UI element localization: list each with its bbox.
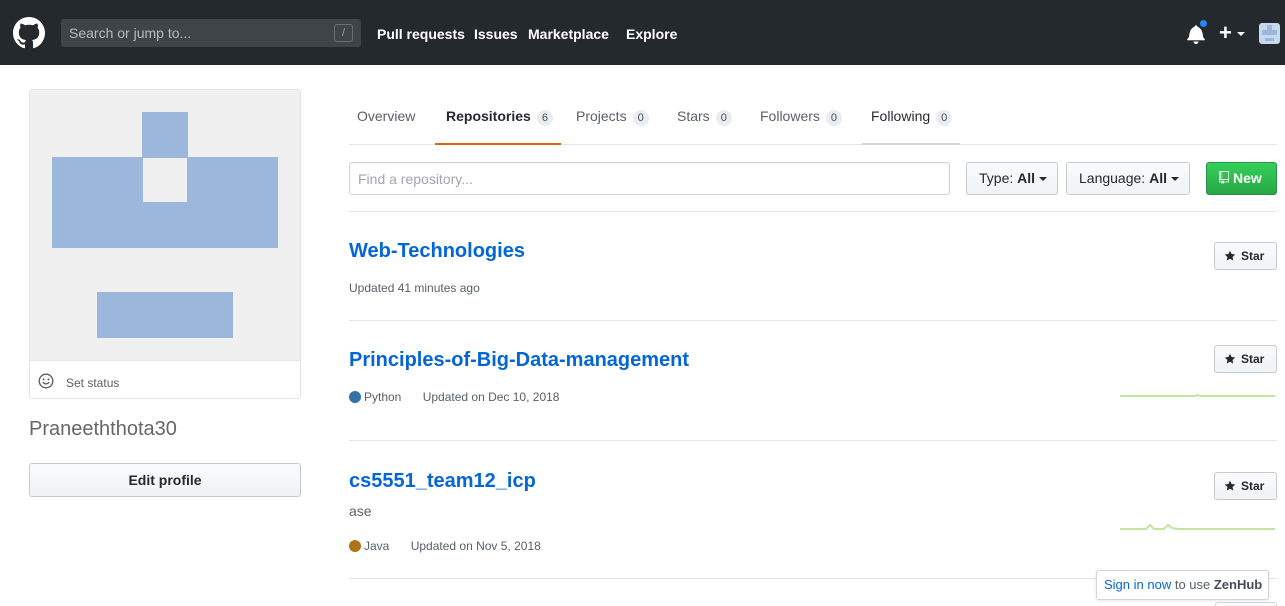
tab-projects[interactable]: Projects 0 — [576, 92, 649, 145]
repo-list-item: Principles-of-Big-Data-management Python… — [349, 321, 1277, 441]
chevron-down-icon — [1170, 177, 1179, 182]
global-header: / Pull requests Issues Marketplace Explo… — [0, 0, 1285, 65]
activity-sparkline — [1120, 393, 1275, 397]
repo-name-link[interactable]: Principles-of-Big-Data-management — [349, 349, 689, 372]
edit-profile-button[interactable]: Edit profile — [29, 463, 301, 497]
zenhub-brand: ZenHub — [1213, 577, 1263, 592]
star-label: Star — [1241, 352, 1265, 366]
notification-unread-dot — [1199, 19, 1208, 28]
search-shortcut-key: / — [334, 24, 353, 42]
repo-updated: Updated on Dec 10, 2018 — [422, 390, 560, 404]
repo-updated: Updated 41 minutes ago — [349, 281, 480, 295]
star-button[interactable]: Star — [1214, 242, 1277, 270]
star-button[interactable]: Star — [1214, 472, 1277, 500]
tab-label: Overview — [357, 108, 416, 124]
create-new-plus-icon[interactable]: + — [1219, 22, 1232, 44]
profile-username: Praneeththota30 — [29, 418, 177, 440]
nav-marketplace[interactable]: Marketplace — [528, 26, 609, 42]
language-filter-select[interactable]: Language: All — [1066, 162, 1190, 195]
repo-meta: Java Updated on Nov 5, 2018 — [349, 539, 541, 553]
smiley-icon — [38, 373, 54, 389]
chevron-down-icon — [1039, 177, 1048, 182]
profile-tabs: Overview Repositories 6 Projects 0 Stars 0 … — [349, 92, 1277, 145]
repo-language: Java — [349, 539, 389, 553]
type-filter-value: All — [1017, 170, 1036, 186]
repo-list-item: cs5551_team12_icp ase Java Updated on No… — [349, 441, 1277, 579]
tab-following[interactable]: Following 0 — [862, 92, 961, 145]
nav-issues[interactable]: Issues — [474, 26, 518, 42]
tab-count-badge: 6 — [536, 110, 553, 126]
repo-meta: Python Updated on Dec 10, 2018 — [349, 390, 559, 404]
star-label: Star — [1241, 479, 1265, 493]
star-button[interactable]: Star — [1214, 345, 1277, 373]
tab-count-badge: 0 — [825, 110, 843, 126]
star-icon — [1224, 250, 1236, 261]
language-color-dot — [349, 391, 361, 403]
tab-label: Stars — [677, 108, 710, 124]
global-search[interactable]: / — [61, 19, 361, 47]
language-color-dot — [349, 540, 361, 552]
tab-label: Projects — [576, 108, 627, 124]
nav-pull-requests[interactable]: Pull requests — [377, 26, 465, 42]
repo-name-link[interactable]: cs5551_team12_icp — [349, 470, 536, 493]
tab-repositories[interactable]: Repositories 6 — [435, 92, 561, 145]
repo-description: ase — [349, 503, 372, 519]
repo-language: Python — [349, 390, 401, 404]
repo-name-link[interactable]: Web-Technologies — [349, 240, 525, 263]
create-new-caret-icon[interactable] — [1237, 32, 1245, 36]
new-button-label: New — [1233, 170, 1262, 186]
star-icon — [1224, 480, 1236, 491]
repo-language-label: Java — [364, 539, 390, 553]
tab-stars[interactable]: Stars 0 — [677, 92, 732, 145]
next-star-button-edge — [1215, 602, 1277, 606]
repo-meta: Updated 41 minutes ago — [349, 281, 480, 295]
find-repository-field[interactable] — [349, 162, 950, 195]
set-status-label: Set status — [66, 376, 120, 390]
nav-explore[interactable]: Explore — [626, 26, 677, 42]
tab-count-badge: 0 — [715, 110, 732, 126]
language-filter-label: Language: — [1079, 170, 1146, 186]
repo-language-label: Python — [364, 390, 402, 404]
zenhub-middle-text: to use — [1171, 577, 1214, 592]
star-label: Star — [1241, 249, 1265, 263]
tab-label: Repositories — [446, 108, 531, 124]
set-status-button[interactable]: Set status — [29, 360, 301, 399]
type-filter-label: Type: — [979, 170, 1014, 186]
user-avatar-menu[interactable] — [1259, 23, 1280, 44]
find-repository-input[interactable] — [350, 163, 949, 194]
repo-icon — [1219, 171, 1229, 184]
repo-list-item: Web-Technologies Updated 41 minutes ago … — [349, 212, 1277, 321]
tab-count-badge: 0 — [632, 110, 649, 126]
star-icon — [1224, 353, 1236, 364]
tab-followers[interactable]: Followers 0 — [760, 92, 843, 145]
type-filter-select[interactable]: Type: All — [966, 162, 1058, 195]
repo-updated: Updated on Nov 5, 2018 — [410, 539, 541, 553]
tab-count-badge: 0 — [936, 110, 953, 126]
new-repository-button[interactable]: New — [1206, 162, 1277, 195]
tab-overview[interactable]: Overview — [357, 92, 415, 145]
zenhub-sign-in-link[interactable]: Sign in now — [1104, 577, 1171, 592]
github-logo-icon[interactable] — [13, 17, 45, 49]
search-input[interactable] — [61, 19, 361, 47]
language-filter-value: All — [1149, 170, 1167, 186]
zenhub-sign-in-banner: Sign in now to use ZenHub — [1096, 570, 1269, 600]
activity-sparkline — [1120, 523, 1275, 530]
tab-label: Followers — [760, 108, 820, 124]
tab-label: Following — [871, 108, 931, 124]
profile-avatar[interactable] — [29, 89, 301, 360]
